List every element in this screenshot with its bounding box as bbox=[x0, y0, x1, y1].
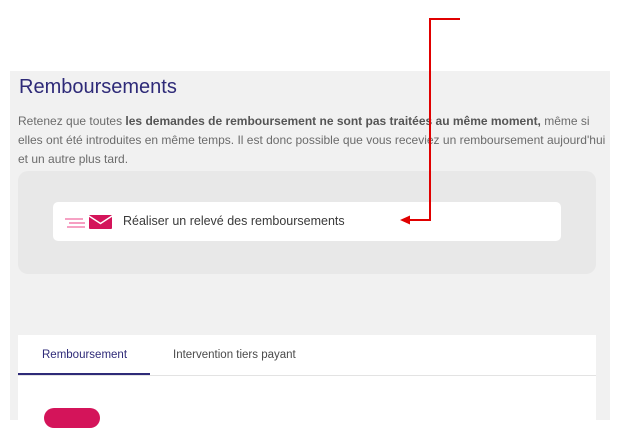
description-bold-text: les demandes de remboursement ne sont pa… bbox=[125, 114, 541, 128]
description-text-1: Retenez que toutes bbox=[18, 114, 126, 128]
email-icon bbox=[65, 215, 113, 229]
tab-remboursement[interactable]: Remboursement bbox=[42, 349, 127, 361]
statement-button[interactable]: Réaliser un relevé des remboursements bbox=[53, 202, 561, 241]
pink-badge bbox=[44, 408, 100, 428]
page-description: Retenez que toutes les demandes de rembo… bbox=[18, 112, 608, 169]
page-title: Remboursements bbox=[19, 76, 177, 98]
statement-button-label: Réaliser un relevé des remboursements bbox=[123, 214, 345, 228]
tab-bar: Remboursement Intervention tiers payant bbox=[18, 335, 596, 420]
tab-divider bbox=[18, 375, 596, 376]
tab-intervention-tiers-payant[interactable]: Intervention tiers payant bbox=[173, 349, 296, 361]
